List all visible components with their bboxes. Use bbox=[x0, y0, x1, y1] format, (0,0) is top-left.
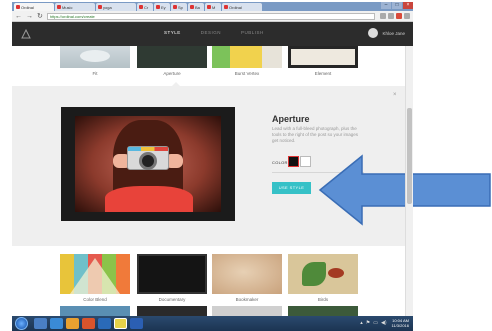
minimize-button[interactable]: – bbox=[381, 2, 391, 9]
favicon-icon bbox=[207, 5, 211, 9]
nav-design-link[interactable]: DESIGN bbox=[201, 30, 221, 35]
favicon-icon bbox=[139, 5, 143, 9]
system-tray: ▴ ⚑ ▭ ◀) 10:04 AM 11/3/2016 bbox=[357, 318, 409, 328]
browser-tab[interactable]: Sp bbox=[171, 3, 187, 11]
style-caption: Color Blend bbox=[83, 297, 107, 302]
favicon-icon bbox=[16, 5, 20, 9]
user-name: Khloe Jane bbox=[382, 30, 405, 36]
nav-style-link[interactable]: STYLE bbox=[164, 30, 181, 35]
style-preview-image bbox=[61, 107, 235, 221]
user-menu[interactable]: Khloe Jane bbox=[368, 28, 405, 38]
style-caption: Birds bbox=[317, 297, 329, 302]
explorer-icon[interactable] bbox=[34, 318, 47, 329]
style-thumbnail[interactable] bbox=[137, 46, 207, 68]
favicon-icon bbox=[173, 5, 177, 9]
browser-tab[interactable]: M bbox=[205, 3, 221, 11]
color-label: COLOR bbox=[272, 160, 288, 165]
style-thumbnail[interactable] bbox=[60, 254, 130, 294]
use-style-button[interactable]: USE STYLE bbox=[272, 182, 311, 194]
close-window-button[interactable]: × bbox=[403, 2, 413, 9]
site-logo-icon[interactable] bbox=[21, 29, 31, 39]
word-icon[interactable] bbox=[130, 318, 143, 329]
extension-icon[interactable] bbox=[396, 13, 402, 19]
style-caption: Fit bbox=[92, 71, 98, 76]
style-description: Lead with a full-bleed photograph, plus … bbox=[272, 126, 359, 143]
forward-icon[interactable]: → bbox=[26, 12, 33, 21]
browser-tab[interactable]: Cr bbox=[137, 3, 153, 11]
outlook-icon[interactable] bbox=[98, 318, 111, 329]
style-thumbnail[interactable] bbox=[288, 254, 358, 294]
favicon-icon bbox=[57, 5, 61, 9]
tray-up-icon[interactable]: ▴ bbox=[360, 320, 363, 326]
style-thumbnail[interactable] bbox=[288, 306, 358, 316]
favicon-icon bbox=[156, 5, 160, 9]
scrollbar-thumb[interactable] bbox=[407, 108, 412, 204]
site-header: STYLE DESIGN PUBLISH Khloe Jane bbox=[12, 22, 413, 46]
clock-date: 11/3/2016 bbox=[391, 323, 410, 328]
browser-tab[interactable]: Ordinal bbox=[222, 3, 262, 11]
style-thumbnail[interactable] bbox=[288, 46, 358, 68]
media-player-icon[interactable] bbox=[66, 318, 79, 329]
style-caption: Bookmaker bbox=[235, 297, 259, 302]
menu-icon[interactable] bbox=[404, 13, 410, 19]
style-caption: Burst Vertex bbox=[234, 71, 260, 76]
clock[interactable]: 10:04 AM 11/3/2016 bbox=[392, 318, 410, 328]
address-bar: ← → ↻ https://ordinal.com/create bbox=[12, 11, 413, 22]
favicon-icon bbox=[98, 5, 102, 9]
style-caption: Documentary bbox=[158, 297, 186, 302]
favicon-icon bbox=[224, 5, 228, 9]
network-icon[interactable]: ▭ bbox=[373, 320, 378, 326]
close-icon[interactable]: × bbox=[393, 92, 397, 98]
top-nav: STYLE DESIGN PUBLISH bbox=[164, 30, 264, 35]
avatar[interactable] bbox=[368, 28, 379, 38]
bookmark-star-icon[interactable] bbox=[380, 13, 386, 19]
style-caption: Element bbox=[314, 71, 332, 76]
browser-tab[interactable]: Ey bbox=[154, 3, 170, 11]
style-thumbnail[interactable] bbox=[60, 46, 130, 68]
ie-icon[interactable] bbox=[50, 318, 63, 329]
camera-image bbox=[127, 146, 169, 170]
url-input[interactable]: https://ordinal.com/create bbox=[46, 12, 375, 20]
style-thumbnail[interactable] bbox=[60, 306, 130, 316]
browser-tab[interactable]: Music bbox=[55, 3, 95, 11]
maximize-button[interactable]: □ bbox=[392, 2, 402, 9]
start-button[interactable] bbox=[15, 317, 28, 330]
firefox-icon[interactable] bbox=[82, 318, 95, 329]
style-title: Aperture bbox=[272, 114, 310, 124]
browser-tabbar: Ordinal Music yoga Cr Ey Sp Ba M Ordinal bbox=[12, 2, 413, 11]
style-thumbnail[interactable] bbox=[137, 306, 207, 316]
favicon-icon bbox=[190, 5, 194, 9]
browser-tab[interactable]: Ba bbox=[188, 3, 204, 11]
screen: Ordinal Music yoga Cr Ey Sp Ba M Ordinal… bbox=[0, 0, 492, 331]
nav-publish-link[interactable]: PUBLISH bbox=[241, 30, 264, 35]
style-thumbnail[interactable] bbox=[212, 306, 282, 316]
taskbar: ▴ ⚑ ▭ ◀) 10:04 AM 11/3/2016 bbox=[12, 316, 413, 331]
color-swatch-black[interactable] bbox=[288, 156, 299, 167]
extension-icons bbox=[378, 13, 410, 19]
style-thumbnail[interactable] bbox=[137, 254, 207, 294]
style-thumbnail[interactable] bbox=[212, 46, 282, 68]
scrollbar[interactable] bbox=[405, 46, 413, 316]
window-controls: – □ × bbox=[380, 2, 413, 9]
reload-icon[interactable]: ↻ bbox=[37, 12, 43, 21]
flag-icon[interactable]: ⚑ bbox=[366, 320, 370, 326]
style-thumbnail[interactable] bbox=[212, 254, 282, 294]
panel-pointer bbox=[171, 82, 181, 87]
back-icon[interactable]: ← bbox=[15, 12, 22, 21]
volume-icon[interactable]: ◀) bbox=[381, 320, 387, 326]
color-swatch-white[interactable] bbox=[300, 156, 311, 167]
browser-tab[interactable]: Ordinal bbox=[14, 3, 54, 11]
chrome-icon[interactable] bbox=[114, 318, 127, 329]
style-caption: Aperture bbox=[163, 71, 181, 76]
browser-tab[interactable]: yoga bbox=[96, 3, 136, 11]
extension-icon[interactable] bbox=[388, 13, 394, 19]
